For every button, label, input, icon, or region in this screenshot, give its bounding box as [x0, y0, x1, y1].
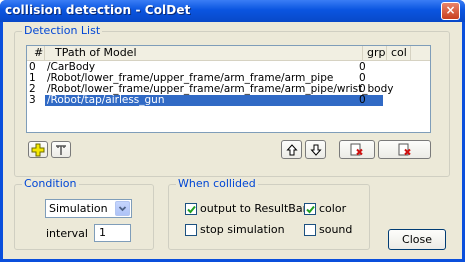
sound-label[interactable]: sound: [319, 223, 352, 236]
condition-label: Condition: [22, 177, 79, 190]
arrow-down-icon: [310, 144, 321, 156]
tree-icon: [56, 144, 66, 155]
checkmark-icon: [187, 205, 196, 214]
column-header-col[interactable]: col: [387, 46, 411, 61]
dropdown-button[interactable]: [115, 201, 130, 216]
arrow-up-icon: [286, 143, 297, 155]
color-label[interactable]: color: [319, 202, 346, 215]
interval-label: interval: [46, 227, 88, 240]
detection-list-label: Detection List: [22, 24, 103, 37]
remove-button[interactable]: [339, 140, 375, 159]
close-button[interactable]: Close: [388, 229, 446, 250]
table-row-selected[interactable]: 3 /Robot/tap/airless_gun 0: [27, 95, 430, 106]
output-to-resultbar-label[interactable]: output to ResultBar: [200, 202, 307, 215]
title-bar[interactable]: collision detection - ColDet ×: [0, 0, 465, 22]
window-close-button[interactable]: ×: [441, 2, 460, 20]
stop-simulation-checkbox[interactable]: [185, 224, 197, 236]
checkmark-icon: [306, 205, 315, 214]
condition-mode-value: Simulation: [49, 202, 108, 215]
stop-simulation-label[interactable]: stop simulation: [200, 223, 285, 236]
row-path: /Robot/tap/airless_gun: [47, 94, 165, 106]
interval-input[interactable]: 1: [94, 224, 131, 242]
move-down-button[interactable]: [305, 140, 326, 159]
chevron-down-icon: [118, 206, 127, 212]
sound-checkbox[interactable]: [304, 224, 316, 236]
detection-listview[interactable]: # TPath of Model grp col 0 /CarBody 0 1 …: [26, 45, 431, 133]
condition-mode-select[interactable]: Simulation: [45, 199, 132, 218]
column-header-path[interactable]: TPath of Model: [45, 46, 363, 61]
remove-all-button[interactable]: [378, 140, 431, 159]
output-to-resultbar-checkbox[interactable]: [185, 203, 197, 215]
remove-icon: [350, 143, 363, 155]
add-plus-icon: [31, 143, 45, 156]
add-button[interactable]: [28, 141, 48, 158]
column-header-num[interactable]: #: [27, 46, 45, 61]
color-checkbox[interactable]: [304, 203, 316, 215]
dialog-window: collision detection - ColDet × Detection…: [0, 0, 465, 262]
remove-all-icon: [398, 143, 411, 155]
list-header: # TPath of Model grp col: [27, 46, 430, 61]
column-header-grp[interactable]: grp: [363, 46, 387, 61]
window-title: collision detection - ColDet: [5, 3, 191, 17]
when-collided-group: When collided: [168, 177, 370, 250]
move-up-button[interactable]: [281, 140, 302, 159]
tree-button[interactable]: [51, 141, 71, 158]
row-grp: 0: [359, 94, 366, 106]
dialog-client: Detection List # TPath of Model grp col …: [3, 22, 462, 259]
row-num: 3: [29, 94, 36, 106]
when-collided-label: When collided: [176, 177, 258, 190]
